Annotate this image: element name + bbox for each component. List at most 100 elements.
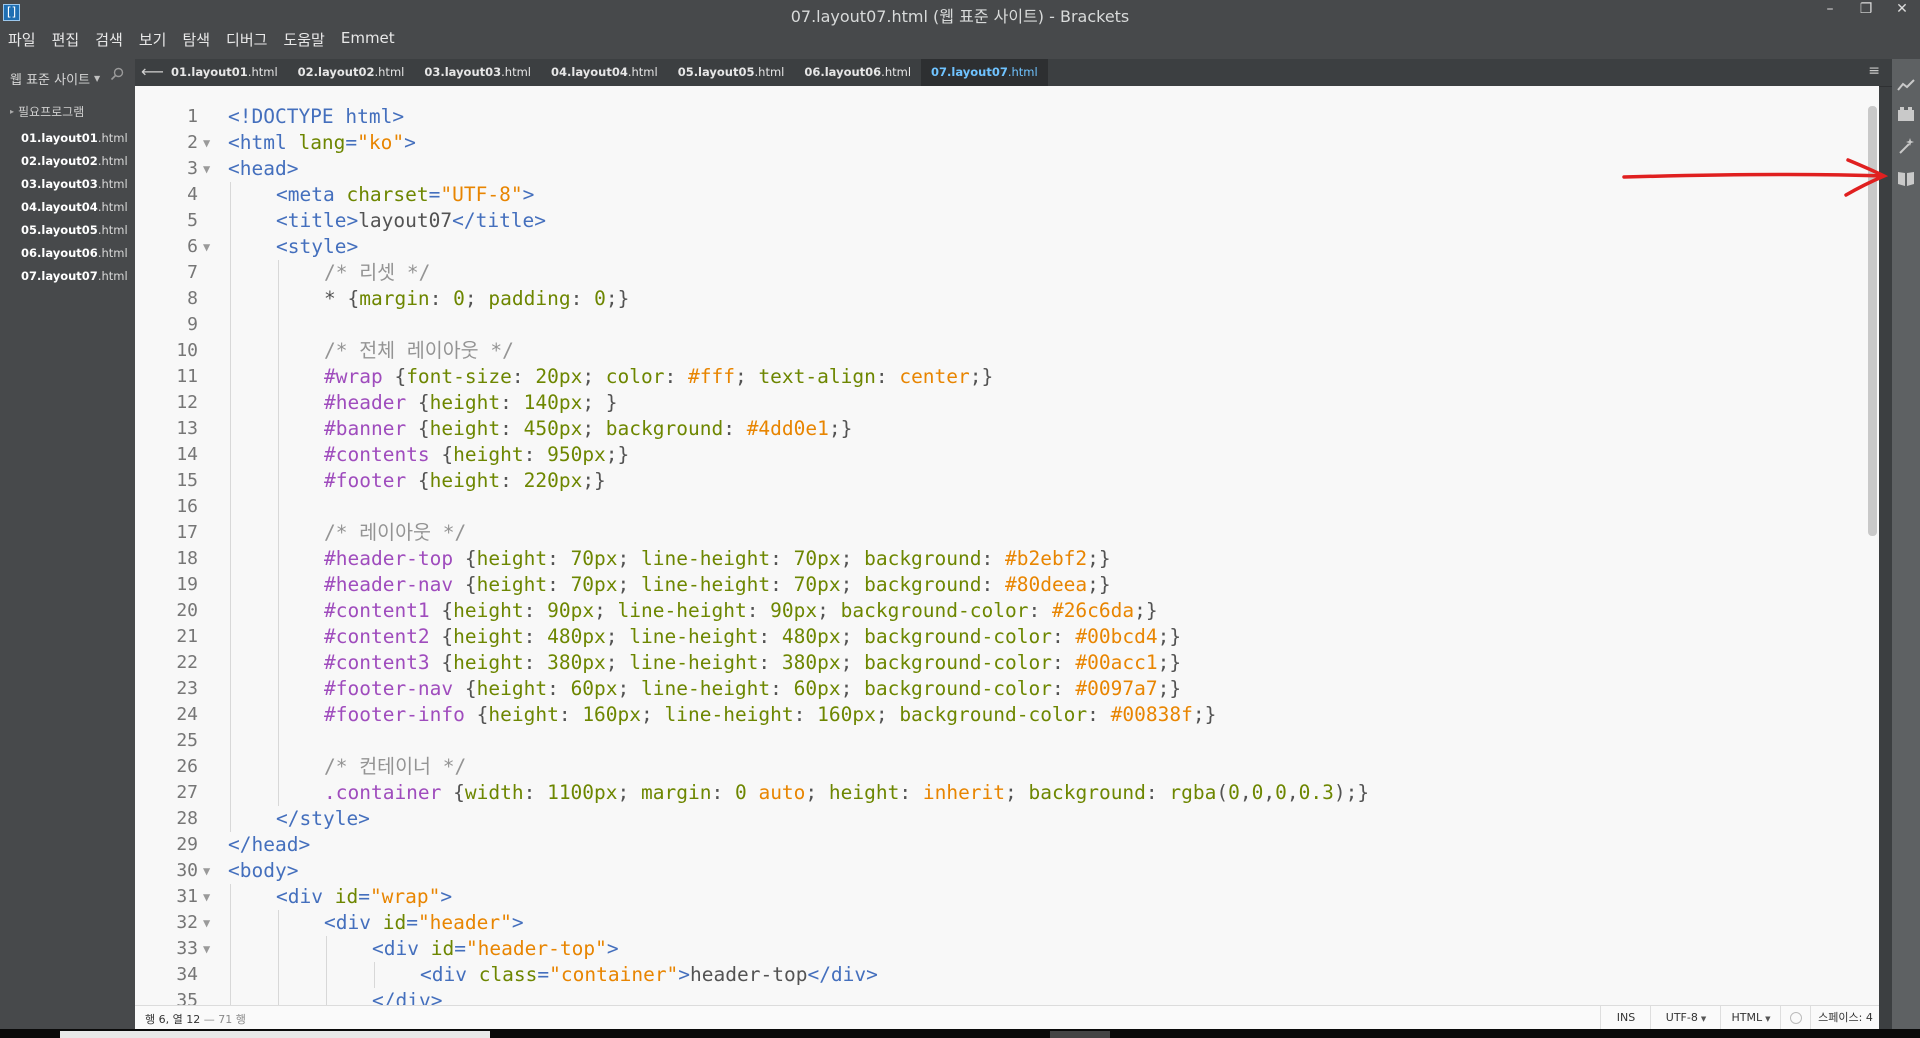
code-token: =: [428, 183, 441, 206]
line-number: 1: [187, 106, 198, 127]
tab-file[interactable]: 07.layout07.html: [921, 59, 1048, 86]
code-token: #content1: [324, 599, 430, 622]
fold-arrow-icon[interactable]: ▼: [203, 234, 210, 260]
code-token: ;: [605, 625, 630, 648]
sidebar: 웹 표준 사이트 ▼ ▸ 필요프로그램 01.layout01.html 02.l…: [0, 59, 135, 1029]
tab-file[interactable]: 02.layout02.html: [288, 59, 415, 86]
tab-extension: .html: [501, 65, 532, 79]
fold-arrow-icon[interactable]: ▼: [203, 884, 210, 910]
code-token: line-height: [641, 677, 771, 700]
sidebar-file-item[interactable]: 05.layout05.html: [0, 219, 135, 242]
code-editor[interactable]: 1 <!DOCTYPE html> 2 ▼ <html lang="ko"> 3 ▼ <hea…: [135, 86, 1879, 1005]
fold-arrow-icon[interactable]: ▼: [203, 936, 210, 962]
cursor-line-col: 행 6, 열 12: [145, 1013, 201, 1026]
tab-file[interactable]: 06.layout06.html: [794, 59, 921, 86]
tab-extension: .html: [247, 65, 278, 79]
code-token: line-height: [617, 599, 747, 622]
code-token: ;}: [1134, 599, 1158, 622]
menu-item[interactable]: 도움말: [283, 29, 324, 50]
sidebar-file-item[interactable]: 06.layout06.html: [0, 242, 135, 265]
code-token: height: [476, 547, 548, 570]
code-text: #content3 {height: 380px; line-height: 3…: [324, 650, 1181, 676]
code-token: >: [404, 131, 416, 154]
sidebar-file-item[interactable]: 03.layout03.html: [0, 173, 135, 196]
code-token: :: [770, 677, 794, 700]
code-token: height: [429, 469, 501, 492]
tab-file[interactable]: 05.layout05.html: [668, 59, 795, 86]
code-token: 380px: [781, 651, 841, 674]
code-token: 60px: [570, 677, 618, 700]
close-button[interactable]: ✕: [1884, 0, 1920, 22]
code-token: /* 레이아웃 */: [324, 521, 467, 544]
tab-menu-icon[interactable]: ≡: [1868, 63, 1880, 79]
line-number: 29: [176, 834, 198, 855]
insert-mode-toggle[interactable]: INS: [1600, 1006, 1651, 1030]
code-token: #80deea: [1004, 573, 1088, 596]
code-token: ;: [617, 547, 642, 570]
code-token: ,: [1286, 781, 1299, 804]
code-text: <!DOCTYPE html>: [228, 104, 404, 130]
sidebar-file-item[interactable]: 04.layout04.html: [0, 196, 135, 219]
file-extension: .html: [97, 154, 128, 168]
language-dropdown[interactable]: HTML ▼: [1720, 1006, 1781, 1030]
code-token: {: [441, 781, 465, 804]
indent-setting[interactable]: 스페이스: 4: [1810, 1006, 1880, 1030]
code-token: ;: [840, 547, 865, 570]
code-text: #header-nav {height: 70px; line-height: …: [324, 572, 1111, 598]
sidebar-file-item[interactable]: 07.layout07.html: [0, 265, 135, 288]
menu-item[interactable]: 검색: [95, 29, 123, 50]
indent-guide: [278, 442, 279, 468]
code-text: <head>: [228, 156, 298, 182]
code-text: /* 컨테이너 */: [324, 754, 466, 780]
menu-item[interactable]: 디버그: [226, 29, 267, 50]
code-token: :: [1087, 703, 1111, 726]
code-text: #content2 {height: 480px; line-height: 4…: [324, 624, 1181, 650]
code-token: background-color: [840, 599, 1029, 622]
line-number: 16: [176, 496, 198, 517]
maximize-button[interactable]: ❐: [1848, 0, 1884, 22]
menu-item[interactable]: Emmet: [341, 29, 395, 50]
code-token: :: [523, 651, 548, 674]
fold-arrow-icon[interactable]: ▼: [203, 156, 210, 182]
code-token: #wrap: [324, 365, 383, 388]
tab-file[interactable]: 01.layout01.html: [161, 59, 288, 86]
code-token: 0: [1228, 781, 1240, 804]
menu-item[interactable]: 파일: [8, 29, 36, 50]
fold-arrow-icon[interactable]: ▼: [203, 910, 210, 936]
working-files-tabs: 01.layout01.html 02.layout02.html 03.layou…: [161, 59, 1048, 86]
tab-file[interactable]: 03.layout03.html: [414, 59, 541, 86]
line-number: 21: [176, 626, 198, 647]
indent-guide: [278, 572, 279, 598]
sidebar-file-item[interactable]: 01.layout01.html: [0, 127, 135, 150]
extension-manager-icon[interactable]: [1897, 105, 1915, 123]
encoding-dropdown[interactable]: UTF-8 ▼: [1650, 1006, 1721, 1030]
menu-item[interactable]: 편집: [52, 29, 80, 50]
code-token: <!DOCTYPE html>: [228, 105, 405, 128]
code-token: line-height: [664, 703, 794, 726]
magic-wand-icon[interactable]: [1897, 137, 1915, 155]
taskbar-item[interactable]: [1050, 1031, 1110, 1038]
code-token: #4dd0e1: [746, 417, 829, 440]
menu-item[interactable]: 보기: [139, 29, 167, 50]
line-number: 35: [176, 990, 198, 1005]
vertical-scrollbar[interactable]: [1866, 86, 1879, 1005]
search-icon[interactable]: [110, 67, 124, 81]
code-token: ;: [875, 703, 900, 726]
linting-status[interactable]: [1780, 1006, 1811, 1030]
folder-item[interactable]: ▸ 필요프로그램: [10, 103, 84, 120]
chevron-down-icon: ▼: [1700, 1015, 1707, 1023]
taskbar-item[interactable]: [60, 1031, 490, 1038]
live-preview-icon[interactable]: [1897, 77, 1915, 95]
sidebar-file-item[interactable]: 02.layout02.html: [0, 150, 135, 173]
menu-item[interactable]: 탐색: [182, 29, 210, 50]
tab-file[interactable]: 04.layout04.html: [541, 59, 668, 86]
project-dropdown[interactable]: 웹 표준 사이트 ▼: [10, 69, 100, 88]
fold-arrow-icon[interactable]: ▼: [203, 130, 210, 156]
code-token: 0.3: [1298, 781, 1334, 804]
line-number: 8: [187, 288, 198, 309]
code-token: 90px: [547, 599, 595, 622]
book-icon[interactable]: [1897, 169, 1915, 187]
code-token: 1100px: [547, 781, 618, 804]
minimize-button[interactable]: –: [1812, 0, 1848, 22]
fold-arrow-icon[interactable]: ▼: [203, 858, 210, 884]
